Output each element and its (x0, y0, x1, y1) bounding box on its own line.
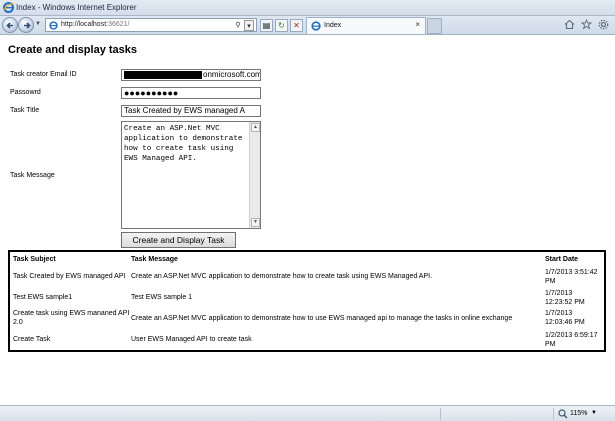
status-bar: 115% ▼ (0, 405, 615, 421)
task-message: Create an ASP.Net MVC application to dem… (131, 315, 513, 322)
redacted-block (124, 70, 202, 79)
status-divider (553, 408, 554, 420)
tools-icon[interactable] (598, 19, 609, 30)
scroll-up-icon[interactable]: ▲ (251, 123, 260, 132)
start-date: 1/7/2013 12:23:52 PM (545, 290, 585, 306)
create-display-task-button[interactable]: Create and Display Task (121, 232, 236, 248)
task-subject: Create Task (13, 336, 51, 343)
task-subject: Test EWS sample1 (13, 294, 73, 301)
forward-button[interactable] (18, 17, 34, 33)
page-content: Create and display tasks Task creator Em… (0, 36, 615, 405)
favorites-icon[interactable] (580, 18, 593, 30)
back-button[interactable] (2, 17, 18, 33)
tab-label: Index (324, 22, 342, 29)
url-host: http://localhost: (61, 21, 109, 28)
message-label: Task Message (10, 172, 55, 179)
header-task-subject: Task Subject (13, 256, 56, 263)
forward-icon (24, 22, 31, 29)
url-port: 36621/ (108, 21, 130, 28)
header-task-message: Task Message (131, 256, 178, 263)
address-dropdown-icon[interactable]: ▾ (244, 20, 254, 31)
status-divider (440, 408, 441, 420)
start-date: 1/7/2013 3:51:42 PM (545, 269, 598, 285)
task-message: Create an ASP.Net MVC application to dem… (131, 273, 433, 280)
scroll-down-icon[interactable]: ▼ (251, 218, 260, 227)
start-date: 1/2/2013 6:59:17 PM (545, 332, 598, 348)
page-title: Create and display tasks (8, 44, 138, 56)
zoom-dropdown-icon[interactable]: ▼ (591, 410, 597, 416)
header-start-date: Start Date (545, 256, 579, 263)
zoom-icon[interactable] (558, 409, 568, 419)
task-message: User EWS Managed API to create task (131, 336, 252, 343)
search-icon[interactable]: ⚲ (233, 20, 243, 31)
email-label: Task creator Email ID (10, 71, 77, 78)
task-subject: Create task using EWS mananed API 2.0 (13, 310, 130, 326)
task-subject: Task Created by EWS managed API (13, 273, 126, 280)
ie-icon (49, 21, 58, 30)
address-url[interactable]: http://localhost:36621/ (61, 21, 130, 28)
compatibility-icon[interactable]: ▤ (260, 19, 273, 32)
ie-icon (3, 2, 14, 13)
task-message: Test EWS sample 1 (131, 294, 193, 301)
task-message-field[interactable]: Create an ASP.Net MVC application to dem… (121, 121, 261, 229)
textarea-scrollbar[interactable]: ▲ ▼ (249, 122, 260, 228)
history-dropdown-icon[interactable]: ▼ (35, 21, 41, 27)
navigation-bar: ▼ http://localhost:36621/ ⚲ ▾ ▤ ↻ ✕ Inde… (0, 16, 615, 35)
address-tools: ⚲ ▾ (233, 20, 254, 31)
toolbar-right (564, 18, 609, 30)
email-field[interactable]: onmicrosoft.com (121, 69, 261, 81)
email-value: onmicrosoft.com (203, 70, 261, 79)
address-bar[interactable]: http://localhost:36621/ ⚲ ▾ (45, 18, 257, 32)
window-title: Index - Windows Internet Explorer (16, 3, 137, 12)
new-tab-button[interactable] (427, 18, 442, 34)
close-tab-icon[interactable]: × (415, 20, 420, 29)
back-icon (6, 22, 13, 29)
home-icon[interactable] (564, 19, 575, 30)
task-message-text: Create an ASP.Net MVC application to dem… (124, 125, 248, 163)
tab-index[interactable]: Index × (306, 17, 426, 34)
ie-icon (311, 21, 321, 31)
refresh-icon[interactable]: ↻ (275, 19, 288, 32)
title-label: Task Title (10, 107, 40, 114)
stop-icon[interactable]: ✕ (290, 19, 303, 32)
task-title-field[interactable]: Task Created by EWS managed A (121, 105, 261, 117)
password-field[interactable]: ●●●●●●●●●● (121, 87, 261, 99)
password-label: Passowrd (10, 89, 41, 96)
zoom-level[interactable]: 115% (570, 410, 587, 417)
tasks-table: Task Subject Task Message Start Date Tas… (8, 250, 606, 352)
title-bar: Index - Windows Internet Explorer (0, 0, 615, 16)
start-date: 1/7/2013 12:03:46 PM (545, 310, 585, 326)
